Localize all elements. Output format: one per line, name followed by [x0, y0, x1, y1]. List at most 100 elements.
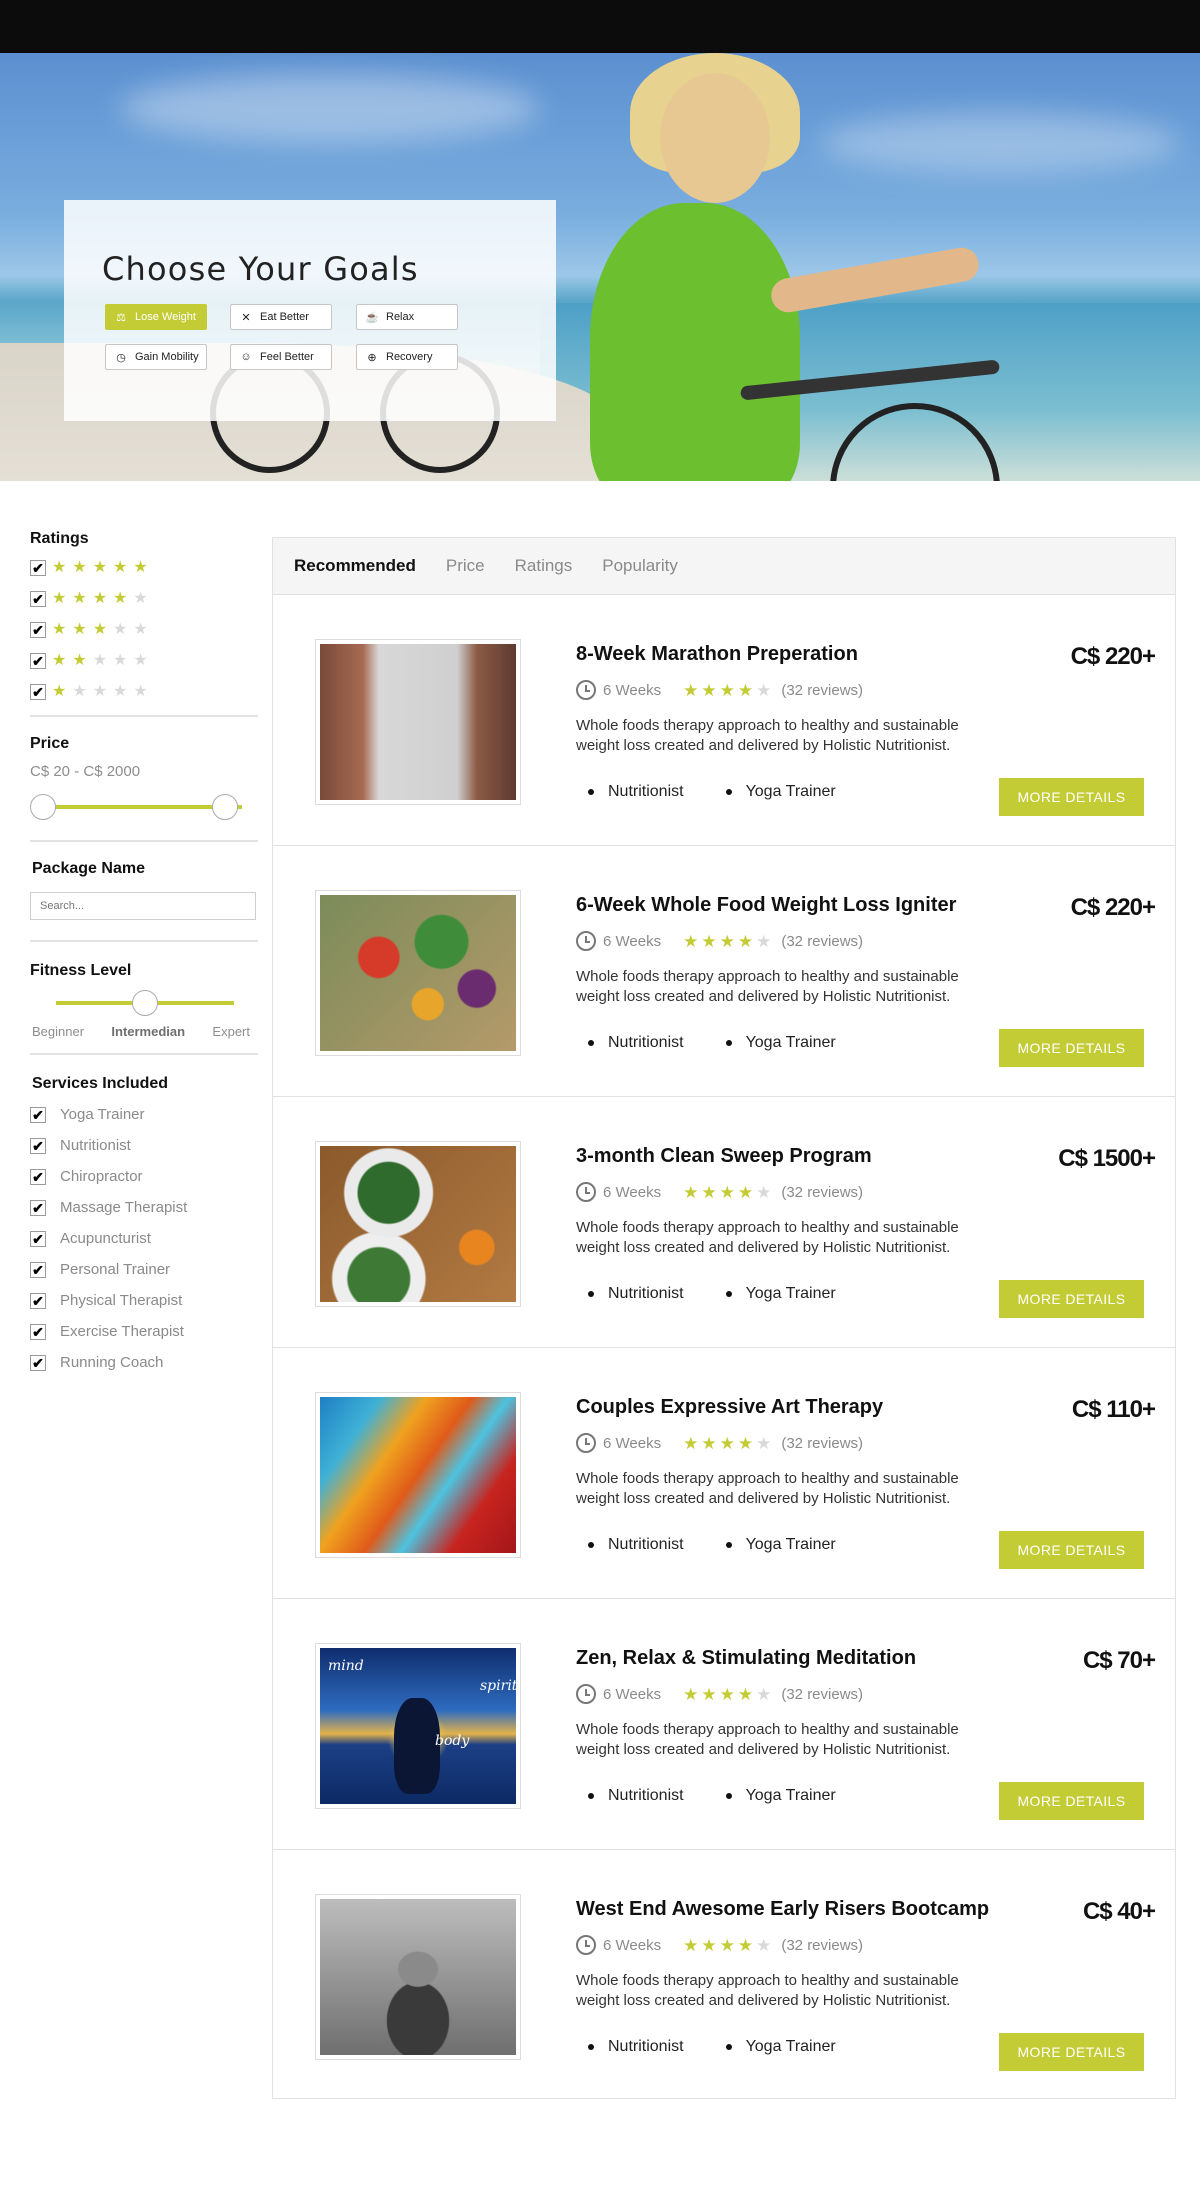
service-tag: Yoga Trainer [714, 1034, 836, 1052]
package-title[interactable]: 8-Week Marathon Preperation [576, 643, 858, 666]
rating-filter-5[interactable]: ✔ ★ ★ ★ ★ ★ [30, 552, 258, 583]
star-icon: ★ [701, 1433, 717, 1453]
package-thumbnail[interactable] [315, 1894, 521, 2060]
star-icon: ★ [133, 558, 148, 576]
star-icon: ★ [133, 651, 148, 669]
service-label: Chiropractor [60, 1168, 143, 1185]
rating-filter-1[interactable]: ✔ ★ ★ ★ ★ ★ [30, 676, 258, 707]
package-thumbnail[interactable] [315, 639, 521, 805]
goal-feel-better-button[interactable]: ☺ Feel Better [230, 344, 332, 370]
package-thumbnail[interactable] [315, 1141, 521, 1307]
tab-ratings[interactable]: Ratings [515, 556, 573, 576]
service-checkbox[interactable]: ✔ [30, 1168, 46, 1185]
package-search-input[interactable] [30, 892, 256, 920]
service-filter-massage-therapist[interactable]: ✔ Massage Therapist [30, 1192, 258, 1223]
coffee-cup-icon: ☕ [365, 311, 379, 324]
package-rating: ★ ★ ★ ★ ★ [683, 933, 771, 950]
star-icon: ★ [737, 1182, 754, 1202]
fitness-level-slider[interactable] [56, 988, 234, 1018]
tab-recommended[interactable]: Recommended [294, 556, 416, 576]
service-tag: Nutritionist [576, 1285, 684, 1303]
star-icon: ★ [133, 682, 148, 700]
stopwatch-icon: ◷ [116, 351, 126, 364]
package-title[interactable]: Zen, Relax & Stimulating Meditation [576, 1647, 916, 1670]
rating-checkbox[interactable]: ✔ [30, 621, 46, 638]
service-filter-nutritionist[interactable]: ✔ Nutritionist [30, 1130, 258, 1161]
service-filter-physical-therapist[interactable]: ✔ Physical Therapist [30, 1285, 258, 1316]
more-details-button[interactable]: MORE DETAILS [999, 1782, 1144, 1820]
tab-popularity[interactable]: Popularity [602, 556, 678, 576]
review-count[interactable]: (32 reviews) [781, 682, 863, 699]
price-max-handle[interactable] [212, 794, 238, 820]
divider [30, 940, 258, 942]
rating-checkbox[interactable]: ✔ [30, 652, 46, 669]
rating-checkbox[interactable]: ✔ [30, 590, 46, 607]
more-details-button[interactable]: MORE DETAILS [999, 778, 1144, 816]
goal-gain-mobility-button[interactable]: ◷ Gain Mobility [105, 344, 207, 370]
star-icon: ★ [113, 589, 128, 607]
package-rating: ★ ★ ★ ★ ★ [683, 1184, 771, 1201]
package-thumbnail[interactable]: mind spirit body [315, 1643, 521, 1809]
fitness-level-handle[interactable] [132, 990, 158, 1016]
package-duration: 6 Weeks [603, 1936, 662, 1954]
goal-recovery-button[interactable]: ⊕ Recovery [356, 344, 458, 370]
price-slider[interactable] [30, 792, 242, 822]
goal-lose-weight-button[interactable]: ⚖ Lose Weight [105, 304, 207, 330]
goal-eat-better-button[interactable]: ✕ Eat Better [230, 304, 332, 330]
package-thumbnail[interactable] [315, 1392, 521, 1558]
clock-icon [576, 931, 596, 951]
service-checkbox[interactable]: ✔ [30, 1261, 46, 1278]
rating-filter-2[interactable]: ✔ ★ ★ ★ ★ ★ [30, 645, 258, 676]
services-filter: ✔ Yoga Trainer ✔ Nutritionist ✔ Chiropractor ✔… [30, 1099, 258, 1378]
price-min-handle[interactable] [30, 794, 56, 820]
review-count[interactable]: (32 reviews) [781, 1184, 863, 1201]
more-details-button[interactable]: MORE DETAILS [999, 1280, 1144, 1318]
service-checkbox[interactable]: ✔ [30, 1106, 46, 1123]
service-filter-running-coach[interactable]: ✔ Running Coach [30, 1347, 258, 1378]
more-details-button[interactable]: MORE DETAILS [999, 1029, 1144, 1067]
tab-price[interactable]: Price [446, 556, 485, 576]
service-checkbox[interactable]: ✔ [30, 1199, 46, 1216]
service-filter-personal-trainer[interactable]: ✔ Personal Trainer [30, 1254, 258, 1285]
rating-filter-4[interactable]: ✔ ★ ★ ★ ★ ★ [30, 583, 258, 614]
package-card: 3-month Clean Sweep Program C$ 1500+ 6 Wee… [273, 1097, 1175, 1348]
salad-photo [320, 1146, 516, 1302]
rating-filter-3[interactable]: ✔ ★ ★ ★ ★ ★ [30, 614, 258, 645]
package-title[interactable]: Couples Expressive Art Therapy [576, 1396, 883, 1419]
package-title[interactable]: 6-Week Whole Food Weight Loss Igniter [576, 894, 956, 917]
star-icon: ★ [92, 620, 108, 638]
plus-circle-icon: ⊕ [367, 351, 377, 364]
rating-checkbox[interactable]: ✔ [30, 559, 46, 576]
service-checkbox[interactable]: ✔ [30, 1230, 46, 1247]
package-services: Nutritionist Yoga Trainer [576, 1536, 836, 1554]
star-icon: ★ [133, 620, 148, 638]
package-title[interactable]: West End Awesome Early Risers Bootcamp [576, 1898, 989, 1921]
fitness-level-title: Fitness Level [30, 962, 132, 979]
package-title[interactable]: 3-month Clean Sweep Program [576, 1145, 872, 1168]
service-checkbox[interactable]: ✔ [30, 1354, 46, 1371]
star-icon: ★ [52, 558, 67, 576]
price-title: Price [30, 735, 70, 752]
results-panel: Recommended Price Ratings Popularity 8-Week… [272, 537, 1176, 2099]
clock-icon [576, 1684, 596, 1704]
review-count[interactable]: (32 reviews) [781, 1937, 863, 1954]
service-filter-acupuncturist[interactable]: ✔ Acupuncturist [30, 1223, 258, 1254]
review-count[interactable]: (32 reviews) [781, 1435, 863, 1452]
goal-label: Recovery [386, 351, 433, 363]
service-checkbox[interactable]: ✔ [30, 1323, 46, 1340]
service-filter-chiropractor[interactable]: ✔ Chiropractor [30, 1161, 258, 1192]
package-thumbnail[interactable] [315, 890, 521, 1056]
goal-relax-button[interactable]: ☕ Relax [356, 304, 458, 330]
rating-checkbox[interactable]: ✔ [30, 683, 46, 700]
star-icon: ★ [701, 1935, 717, 1955]
star-icon: ★ [72, 651, 87, 669]
more-details-button[interactable]: MORE DETAILS [999, 2033, 1144, 2071]
service-checkbox[interactable]: ✔ [30, 1137, 46, 1154]
review-count[interactable]: (32 reviews) [781, 933, 863, 950]
more-details-button[interactable]: MORE DETAILS [999, 1531, 1144, 1569]
review-count[interactable]: (32 reviews) [781, 1686, 863, 1703]
service-filter-exercise-therapist[interactable]: ✔ Exercise Therapist [30, 1316, 258, 1347]
service-filter-yoga-trainer[interactable]: ✔ Yoga Trainer [30, 1099, 258, 1130]
fitness-level-label: Intermedian [111, 1024, 186, 1039]
service-checkbox[interactable]: ✔ [30, 1292, 46, 1309]
